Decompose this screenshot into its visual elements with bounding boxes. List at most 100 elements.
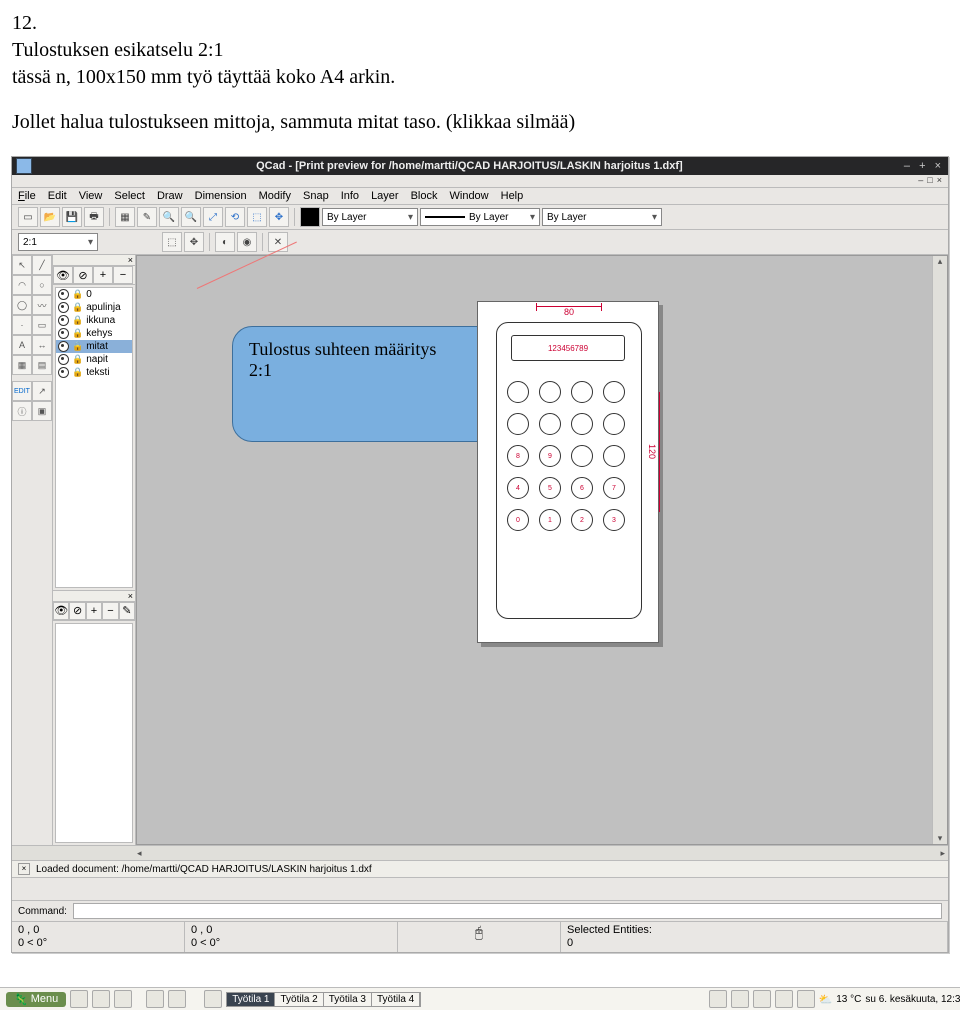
tool-move[interactable]: ↗	[32, 381, 52, 401]
msg-close-button[interactable]: ×	[18, 863, 30, 875]
maximize-button[interactable]: +	[919, 160, 925, 172]
tray-clock[interactable]: su 6. kesäkuuta, 12:33	[865, 994, 960, 1005]
tray-volume-icon[interactable]	[797, 990, 815, 1008]
drawing-canvas[interactable]: Tulostus suhteen määritys 2:1 80 120 123…	[136, 255, 948, 845]
color-dropdown[interactable]: By Layer	[322, 208, 418, 226]
vertical-scrollbar[interactable]: ▴ ▾	[932, 256, 947, 844]
workspace-button[interactable]: Työtila 3	[324, 993, 372, 1006]
lock-icon[interactable]: 🔒	[72, 315, 83, 326]
menu-window[interactable]: Window	[450, 190, 489, 202]
horizontal-scrollbar[interactable]: ◂ ▸	[12, 845, 948, 860]
block-edit-icon[interactable]: ✎	[119, 602, 135, 620]
tool-image[interactable]: ▤	[32, 355, 52, 375]
scroll-up-icon[interactable]: ▴	[933, 256, 947, 267]
open-button[interactable]: 📂	[40, 207, 60, 227]
zoom-in-button[interactable]: 🔍	[159, 207, 179, 227]
scroll-left-icon[interactable]: ◂	[134, 848, 145, 859]
color-swatch[interactable]	[300, 207, 320, 227]
menu-select[interactable]: Select	[114, 190, 145, 202]
print-scale-dropdown[interactable]: 2:1	[18, 233, 98, 251]
layer-item[interactable]: 🔒0	[56, 288, 132, 301]
layer-add-button[interactable]: +	[93, 266, 113, 284]
menu-edit[interactable]: Edit	[48, 190, 67, 202]
layer-item[interactable]: 🔒napit	[56, 353, 132, 366]
tray-print-icon[interactable]	[709, 990, 727, 1008]
tool-info[interactable]: ⓘ	[12, 401, 32, 421]
zoom-auto-button[interactable]: ⤢	[203, 207, 223, 227]
mdi-close-button[interactable]: ×	[937, 175, 942, 187]
layer-panel-close-icon[interactable]: ×	[128, 255, 133, 265]
tray-update-icon[interactable]	[775, 990, 793, 1008]
tool-point[interactable]: ·	[12, 315, 32, 335]
tool-cursor[interactable]: ↖	[12, 255, 32, 275]
menu-modify[interactable]: Modify	[259, 190, 291, 202]
mdi-restore-button[interactable]: □	[927, 175, 932, 187]
start-menu-button[interactable]: 🦎 Menu	[6, 992, 66, 1007]
eye-icon[interactable]	[58, 289, 69, 300]
lineweight-dropdown[interactable]: By Layer	[420, 208, 540, 226]
eye-icon[interactable]	[58, 341, 69, 352]
workspace-button[interactable]: Työtila 1	[227, 993, 275, 1006]
eye-icon[interactable]	[58, 367, 69, 378]
menu-help[interactable]: Help	[501, 190, 524, 202]
linetype-dropdown[interactable]: By Layer	[542, 208, 662, 226]
block-panel-close-icon[interactable]: ×	[128, 591, 133, 601]
new-button[interactable]: ▭	[18, 207, 38, 227]
tool-hatch[interactable]: ▦	[12, 355, 32, 375]
taskbar-app-icon[interactable]	[92, 990, 110, 1008]
layer-item[interactable]: 🔒teksti	[56, 366, 132, 379]
block-remove-button[interactable]: −	[102, 602, 118, 620]
menu-snap[interactable]: Snap	[303, 190, 329, 202]
menu-block[interactable]: Block	[411, 190, 438, 202]
print-button[interactable]: 🖶	[84, 207, 104, 227]
menu-view[interactable]: View	[79, 190, 103, 202]
zoom-pan-button[interactable]: ✥	[269, 207, 289, 227]
workspace-button[interactable]: Työtila 4	[372, 993, 420, 1006]
tool-edit[interactable]: EDIT	[12, 381, 32, 401]
menu-draw[interactable]: Draw	[157, 190, 183, 202]
taskbar-app-icon[interactable]	[114, 990, 132, 1008]
tool-arc[interactable]: ◠	[12, 275, 32, 295]
pp-center-button[interactable]: ✥	[184, 232, 204, 252]
taskbar-app-icon[interactable]	[168, 990, 186, 1008]
tray-lock-icon[interactable]	[753, 990, 771, 1008]
scroll-right-icon[interactable]: ▸	[937, 848, 948, 859]
lock-icon[interactable]: 🔒	[72, 367, 83, 378]
save-button[interactable]: 💾	[62, 207, 82, 227]
menu-dimension[interactable]: Dimension	[195, 190, 247, 202]
tool-polyline[interactable]: 〰	[32, 295, 52, 315]
layer-remove-button[interactable]: −	[113, 266, 133, 284]
eye-icon[interactable]	[58, 302, 69, 313]
menu-file[interactable]: FFileile	[18, 190, 36, 202]
lock-icon[interactable]: 🔒	[72, 341, 83, 352]
tool-select[interactable]: ▣	[32, 401, 52, 421]
mdi-minimize-button[interactable]: –	[918, 175, 923, 187]
eye-icon[interactable]	[58, 354, 69, 365]
command-input[interactable]	[73, 903, 942, 919]
pp-color-button[interactable]: ◉	[237, 232, 257, 252]
workspace-button[interactable]: Työtila 2	[275, 993, 323, 1006]
layer-item[interactable]: 🔒apulinja	[56, 301, 132, 314]
taskbar-app-icon[interactable]	[70, 990, 88, 1008]
block-vis-icon[interactable]: 👁	[53, 602, 69, 620]
tool-rect[interactable]: ▭	[32, 315, 52, 335]
grid-button[interactable]: ▦	[115, 207, 135, 227]
layer-item[interactable]: 🔒mitat	[56, 340, 132, 353]
taskbar-app-icon[interactable]	[146, 990, 164, 1008]
tray-connect-icon[interactable]	[731, 990, 749, 1008]
lock-icon[interactable]: 🔒	[72, 328, 83, 339]
eye-icon[interactable]	[58, 328, 69, 339]
tool-ellipse[interactable]: ◯	[12, 295, 32, 315]
layer-vis-all-icon[interactable]: 👁	[53, 266, 73, 284]
tool-line[interactable]: ╱	[32, 255, 52, 275]
tool-circle[interactable]: ○	[32, 275, 52, 295]
layer-item[interactable]: 🔒ikkuna	[56, 314, 132, 327]
menu-layer[interactable]: Layer	[371, 190, 399, 202]
lock-icon[interactable]: 🔒	[72, 302, 83, 313]
layer-vis-none-icon[interactable]: ⊘	[73, 266, 93, 284]
eye-icon[interactable]	[58, 315, 69, 326]
layer-item[interactable]: 🔒kehys	[56, 327, 132, 340]
close-button[interactable]: ×	[935, 160, 941, 172]
scroll-down-icon[interactable]: ▾	[933, 833, 947, 844]
pp-bw-button[interactable]: ◐	[215, 232, 235, 252]
